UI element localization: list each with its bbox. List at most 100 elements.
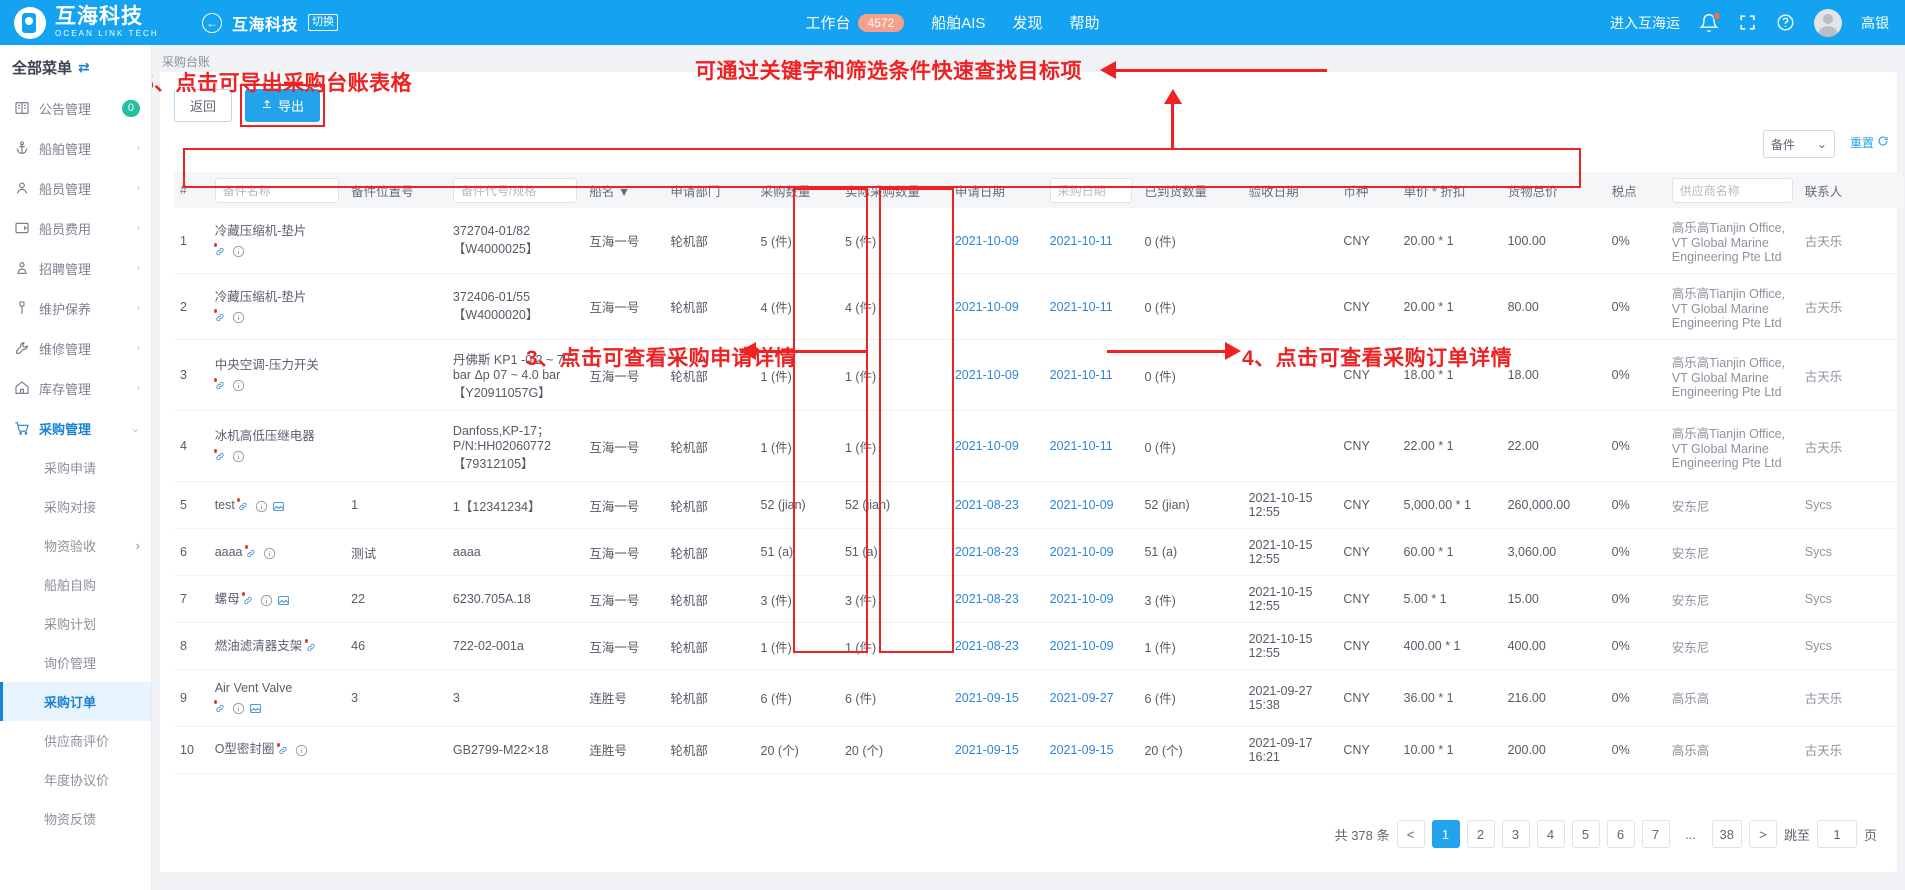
sidebar-item-ship-management[interactable]: 船舶管理 › [0, 128, 151, 168]
info-icon[interactable] [255, 500, 268, 513]
cell-purchase-date[interactable]: 2021-10-09 [1043, 575, 1139, 623]
search-part-name-input[interactable]: 备件名称 [214, 177, 340, 203]
username-label[interactable]: 高银 [1861, 13, 1889, 33]
sidebar-subitem-inquiry-management[interactable]: 询价管理 [0, 643, 151, 682]
sidebar-item-procurement[interactable]: 采购管理 ⌄ [0, 408, 151, 448]
purchase-date-link[interactable]: 2021-10-11 [1050, 368, 1113, 382]
sidebar-item-maintenance[interactable]: 维护保养 › [0, 288, 151, 328]
search-part-code-input[interactable]: 备件代号/规格 [452, 177, 578, 203]
info-icon[interactable] [295, 744, 308, 757]
info-icon[interactable] [260, 594, 273, 607]
purchase-date-link[interactable]: 2021-09-15 [1050, 743, 1114, 757]
apply-date-link[interactable]: 2021-08-23 [955, 592, 1019, 606]
all-menu-title[interactable]: 全部菜单 ⇄ [0, 45, 151, 88]
sidebar-subitem-goods-acceptance[interactable]: 物资验收 › [0, 526, 151, 565]
nav-item-workbench[interactable]: 工作台 4572 [806, 12, 905, 33]
sidebar-item-inventory[interactable]: 库存管理 › [0, 368, 151, 408]
image-icon[interactable] [277, 594, 290, 607]
cell-apply-date[interactable]: 2021-08-23 [948, 575, 1044, 623]
sidebar-item-repair[interactable]: 维修管理 › [0, 328, 151, 368]
back-arrow-icon[interactable]: ← [202, 12, 222, 33]
cell-apply-date[interactable]: 2021-08-23 [948, 481, 1044, 529]
info-icon[interactable] [232, 702, 245, 715]
sidebar-subitem-supplier-evaluation[interactable]: 供应商评价 [0, 721, 151, 760]
cell-apply-date[interactable]: 2021-09-15 [948, 669, 1044, 727]
reset-filters-button[interactable]: 重置 [1850, 134, 1889, 151]
link-icon[interactable] [213, 700, 228, 715]
cell-purchase-date[interactable]: 2021-09-27 [1043, 669, 1139, 727]
search-supplier-input[interactable]: 供应商名称 [1671, 177, 1793, 203]
sidebar-item-announcement[interactable]: 公告管理 0 [0, 88, 151, 128]
apply-date-link[interactable]: 2021-10-09 [955, 368, 1019, 382]
info-icon[interactable] [232, 379, 245, 392]
link-icon[interactable] [237, 498, 251, 513]
link-icon[interactable] [213, 243, 228, 258]
info-icon[interactable] [263, 547, 276, 560]
info-icon[interactable] [232, 311, 245, 324]
swap-menu-icon[interactable]: ⇄ [78, 59, 90, 76]
sidebar-subitem-material-feedback[interactable]: 物资反馈 [0, 799, 151, 838]
cell-apply-date[interactable]: 2021-08-23 [948, 528, 1044, 576]
link-icon[interactable] [213, 448, 228, 463]
purchase-date-link[interactable]: 2021-10-09 [1050, 592, 1114, 606]
sidebar-subitem-annual-agreement-price[interactable]: 年度协议价 [0, 760, 151, 799]
user-avatar[interactable] [1814, 8, 1842, 37]
cell-purchase-date[interactable]: 2021-10-09 [1043, 528, 1139, 576]
cell-purchase-date[interactable]: 2021-09-15 [1043, 726, 1139, 774]
help-question-icon[interactable] [1776, 13, 1795, 32]
image-icon[interactable] [272, 500, 285, 513]
sidebar-subitem-purchase-plan[interactable]: 采购计划 [0, 604, 151, 643]
nav-item-discover[interactable]: 发现 [1012, 12, 1042, 33]
cell-apply-date[interactable]: 2021-10-09 [948, 410, 1044, 482]
sidebar-subitem-purchase-request[interactable]: 采购申请 [0, 448, 151, 487]
sidebar-subitem-purchase-order[interactable]: 采购订单 [0, 682, 151, 721]
link-icon[interactable] [244, 545, 259, 560]
pagination-page-6[interactable]: 6 [1606, 820, 1635, 848]
link-icon[interactable] [213, 309, 228, 324]
purchase-date-link[interactable]: 2021-10-09 [1050, 639, 1114, 653]
sidebar-item-crew-cost[interactable]: 船员费用 › [0, 208, 151, 248]
pagination-prev-button[interactable]: < [1396, 820, 1425, 848]
notification-bell-icon[interactable] [1699, 11, 1721, 33]
cell-purchase-date[interactable]: 2021-10-11 [1043, 410, 1139, 482]
purchase-date-link[interactable]: 2021-10-11 [1050, 300, 1113, 314]
cell-purchase-date[interactable]: 2021-10-09 [1043, 622, 1139, 670]
apply-date-link[interactable]: 2021-08-23 [955, 545, 1019, 559]
purchase-date-link[interactable]: 2021-09-27 [1050, 691, 1114, 705]
info-icon[interactable] [232, 245, 245, 258]
cell-apply-date[interactable]: 2021-09-15 [948, 726, 1044, 774]
search-purchase-date-input[interactable]: 采购日期 [1049, 177, 1133, 203]
pagination-next-button[interactable]: > [1748, 820, 1777, 848]
cell-purchase-date[interactable]: 2021-10-09 [1043, 481, 1139, 529]
cell-apply-date[interactable]: 2021-08-23 [948, 622, 1044, 670]
nav-item-ship-ais[interactable]: 船舶AIS [931, 12, 985, 33]
link-icon[interactable] [213, 377, 228, 392]
app-logo[interactable]: 互海科技 OCEAN LINK TECH [0, 6, 190, 39]
sort-descending-icon[interactable]: ▼ [618, 185, 630, 199]
image-icon[interactable] [249, 702, 262, 715]
link-icon[interactable] [276, 742, 291, 757]
link-icon[interactable] [242, 592, 256, 607]
apply-date-link[interactable]: 2021-10-09 [955, 439, 1019, 453]
cell-purchase-date[interactable]: 2021-10-11 [1043, 273, 1139, 340]
cell-apply-date[interactable]: 2021-10-09 [948, 273, 1044, 340]
switch-workspace-button[interactable]: 切换 [308, 14, 339, 31]
purchase-date-link[interactable]: 2021-10-09 [1050, 498, 1114, 512]
pagination-page-last[interactable]: 38 [1711, 820, 1742, 848]
pagination-page-4[interactable]: 4 [1536, 820, 1565, 848]
apply-date-link[interactable]: 2021-08-23 [955, 498, 1019, 512]
pagination-page-7[interactable]: 7 [1641, 820, 1670, 848]
info-icon[interactable] [232, 450, 245, 463]
cell-purchase-date[interactable]: 2021-10-11 [1043, 208, 1139, 274]
col-ship-name[interactable]: 船名 ▼ [583, 172, 665, 208]
purchase-date-link[interactable]: 2021-10-11 [1050, 234, 1113, 248]
pagination-page-2[interactable]: 2 [1466, 820, 1495, 848]
apply-date-link[interactable]: 2021-10-09 [955, 300, 1019, 314]
sidebar-subitem-ship-self-purchase[interactable]: 船舶自购 [0, 565, 151, 604]
fullscreen-icon[interactable] [1738, 13, 1757, 32]
link-icon[interactable] [304, 639, 319, 654]
apply-date-link[interactable]: 2021-09-15 [955, 743, 1019, 757]
pagination-page-1[interactable]: 1 [1431, 820, 1460, 848]
purchase-date-link[interactable]: 2021-10-11 [1050, 439, 1113, 453]
purchase-date-link[interactable]: 2021-10-09 [1050, 545, 1114, 559]
